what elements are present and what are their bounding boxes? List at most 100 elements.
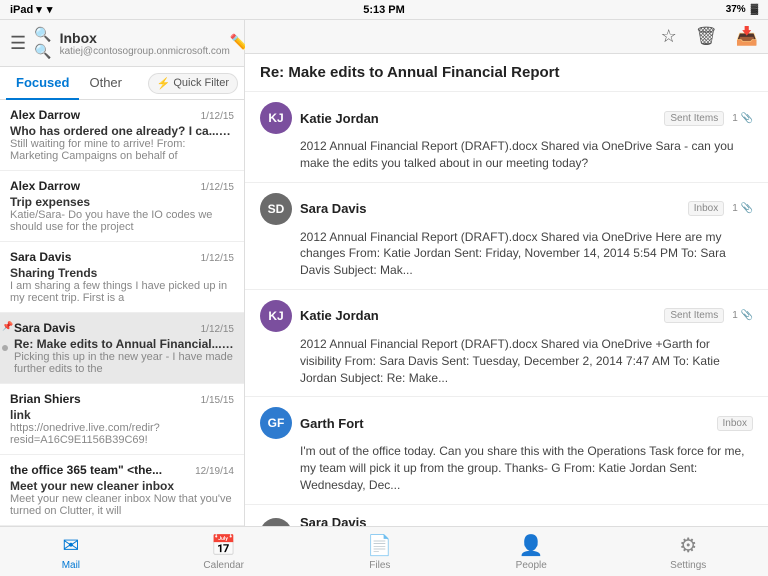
avatar: KJ — [260, 102, 292, 134]
email-count: 5 » — [228, 340, 234, 351]
email-sender: Sara Davis — [14, 321, 75, 335]
email-date: 1/12/15 — [201, 324, 234, 335]
pin-icon: 📌 — [2, 321, 13, 332]
email-count: 9 » — [225, 127, 234, 138]
message-body: 2012 Annual Financial Report (DRAFT).doc… — [260, 229, 753, 279]
nav-settings-label: Settings — [670, 560, 706, 571]
message-sender-name: Sara Davis — [300, 201, 367, 216]
message-sender-name: Katie Jordan — [300, 111, 379, 126]
email-preview: I am sharing a few things I have picked … — [10, 280, 234, 304]
trash-icon[interactable]: 🗑 — [695, 26, 718, 47]
favorite-icon[interactable]: ☆ — [661, 26, 677, 47]
ipad-label: iPad ▾ — [10, 3, 42, 16]
bolt-icon: ⚡ — [157, 77, 171, 90]
email-sender: Alex Darrow — [10, 179, 80, 193]
unread-dot — [2, 345, 8, 351]
top-action-bar: ☆ 🗑 📥 — [245, 20, 768, 54]
email-subject: Re: Make edits to Annual Financial... 5 … — [14, 337, 234, 351]
attachment-count: 1 📎 — [732, 203, 753, 214]
right-panel: ☆ 🗑 📥 Re: Make edits to Annual Financial… — [245, 20, 768, 526]
calendar-icon: 📅 — [211, 533, 236, 558]
list-item[interactable]: 📌 Sara Davis 1/12/15 Re: Make edits to A… — [0, 313, 244, 384]
message-item: SD Sara Davis to Garth Fort and Katie Jo… — [245, 505, 768, 526]
battery-icon: ▓ — [751, 4, 758, 15]
nav-settings[interactable]: ⚙ Settings — [658, 529, 718, 575]
message-item: KJ Katie Jordan Sent Items 1 📎 2012 Annu… — [245, 290, 768, 397]
message-body: 2012 Annual Financial Report (DRAFT).doc… — [260, 336, 753, 386]
list-item[interactable]: Brian Shiers 1/15/15 link https://onedri… — [0, 384, 244, 455]
hamburger-icon[interactable] — [10, 33, 26, 54]
avatar: SD — [260, 193, 292, 225]
email-preview: Picking this up in the new year - I have… — [14, 351, 234, 375]
email-date: 1/12/15 — [201, 182, 234, 193]
nav-people[interactable]: 👤 People — [504, 529, 559, 575]
tab-other[interactable]: Other — [79, 67, 132, 100]
list-item[interactable]: the office 365 team" <the... 12/19/14 Me… — [0, 455, 244, 526]
message-label: Inbox — [688, 201, 724, 216]
search-icon[interactable]: 🔍 — [34, 26, 51, 60]
avatar: GF — [260, 407, 292, 439]
message-item: SD Sara Davis Inbox 1 📎 2012 Annual Fina… — [245, 183, 768, 290]
people-icon: 👤 — [519, 533, 544, 558]
user-email: katiej@contosogroup.onmicrosoft.com — [60, 46, 230, 57]
nav-mail[interactable]: ✉ Mail — [50, 529, 92, 575]
quick-filter-button[interactable]: ⚡ Quick Filter — [148, 73, 238, 94]
tab-focused[interactable]: Focused — [6, 67, 79, 100]
message-label: Inbox — [717, 416, 753, 431]
email-date: 12/19/14 — [195, 466, 234, 477]
battery-percent: 37% — [726, 4, 746, 15]
mail-icon: ✉ — [62, 533, 79, 558]
message-label: Sent Items — [664, 308, 724, 323]
quick-filter-label: Quick Filter — [173, 77, 229, 89]
email-list: Alex Darrow 1/12/15 Who has ordered one … — [0, 100, 244, 526]
list-item[interactable]: Alex Darrow 1/12/15 Trip expenses Katie/… — [0, 171, 244, 242]
message-item: KJ Katie Jordan Sent Items 1 📎 2012 Annu… — [245, 92, 768, 183]
list-item[interactable]: Sara Davis 1/12/15 Sharing Trends I am s… — [0, 242, 244, 313]
tab-bar: Focused Other ⚡ Quick Filter — [0, 67, 244, 100]
avatar: KJ — [260, 300, 292, 332]
email-date: 1/12/15 — [201, 253, 234, 264]
status-bar: iPad ▾ ▾ 5:13 PM 37% ▓ — [0, 0, 768, 20]
attachment-count: 1 📎 — [732, 113, 753, 124]
email-preview: Katie/Sara- Do you have the IO codes we … — [10, 209, 234, 233]
status-time: 5:13 PM — [363, 4, 405, 16]
message-body: I'm out of the office today. Can you sha… — [260, 443, 753, 493]
message-sender-name: Garth Fort — [300, 416, 364, 431]
email-subject: Sharing Trends — [10, 266, 234, 280]
email-preview: Still waiting for mine to arrive! From: … — [10, 138, 234, 162]
inbox-title: Inbox — [60, 30, 230, 46]
email-sender: Sara Davis — [10, 250, 71, 264]
nav-mail-label: Mail — [62, 560, 80, 571]
nav-calendar[interactable]: 📅 Calendar — [191, 529, 256, 575]
email-sender: Brian Shiers — [10, 392, 81, 406]
email-subject: link — [10, 408, 234, 422]
main-container: 🔍 Inbox katiej@contosogroup.onmicrosoft.… — [0, 20, 768, 526]
archive-icon[interactable]: 📥 — [736, 26, 758, 47]
email-subject: Trip expenses — [10, 195, 234, 209]
list-item[interactable]: Alex Darrow 1/12/15 Who has ordered one … — [0, 100, 244, 171]
email-date: 1/15/15 — [201, 395, 234, 406]
email-preview: https://onedrive.live.com/redir?resid=A1… — [10, 422, 234, 446]
message-label: Sent Items — [664, 111, 724, 126]
message-body: 2012 Annual Financial Report (DRAFT).doc… — [260, 138, 753, 172]
inbox-header: 🔍 Inbox katiej@contosogroup.onmicrosoft.… — [0, 20, 244, 67]
message-item: GF Garth Fort Inbox I'm out of the offic… — [245, 397, 768, 504]
email-subject: Who has ordered one already? I ca... 9 » — [10, 124, 234, 138]
message-sender-name: Sara Davis — [300, 515, 449, 526]
thread-header: Re: Make edits to Annual Financial Repor… — [245, 54, 768, 92]
nav-calendar-label: Calendar — [203, 560, 244, 571]
message-sender-name: Katie Jordan — [300, 308, 379, 323]
thread-messages: KJ Katie Jordan Sent Items 1 📎 2012 Annu… — [245, 92, 768, 526]
wifi-icon: ▾ — [47, 3, 53, 16]
avatar: SD — [260, 518, 292, 526]
nav-people-label: People — [516, 560, 547, 571]
email-subject: Meet your new cleaner inbox — [10, 479, 234, 493]
nav-files-label: Files — [369, 560, 390, 571]
email-sender: Alex Darrow — [10, 108, 80, 122]
nav-files[interactable]: 📄 Files — [355, 529, 404, 575]
email-date: 1/12/15 — [201, 111, 234, 122]
files-icon: 📄 — [367, 533, 392, 558]
left-panel: 🔍 Inbox katiej@contosogroup.onmicrosoft.… — [0, 20, 245, 526]
bottom-nav: ✉ Mail 📅 Calendar 📄 Files 👤 People ⚙ Set… — [0, 526, 768, 576]
thread-title: Re: Make edits to Annual Financial Repor… — [260, 64, 560, 81]
